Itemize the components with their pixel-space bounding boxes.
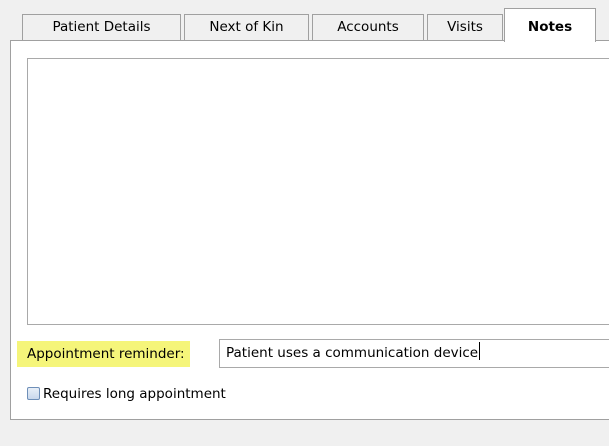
tab-notes[interactable]: Notes [504, 8, 596, 42]
appointment-reminder-label: Appointment reminder: [17, 341, 190, 367]
tab-next-of-kin[interactable]: Next of Kin [184, 14, 309, 41]
tab-accounts[interactable]: Accounts [312, 14, 424, 41]
tab-strip: Patient Details Next of Kin Accounts Vis… [0, 0, 609, 42]
appointment-reminder-value: Patient uses a communication device [226, 345, 479, 361]
long-appointment-checkbox[interactable] [27, 387, 40, 400]
long-appointment-option[interactable]: Requires long appointment [27, 385, 226, 403]
long-appointment-label: Requires long appointment [43, 386, 226, 402]
notes-tab-panel: Appointment reminder: Patient uses a com… [10, 40, 609, 420]
text-caret [479, 342, 481, 360]
notes-textarea[interactable] [27, 58, 609, 325]
appointment-reminder-input[interactable]: Patient uses a communication device [219, 339, 609, 368]
tab-visits[interactable]: Visits [427, 14, 503, 41]
tab-patient-details[interactable]: Patient Details [22, 14, 181, 41]
